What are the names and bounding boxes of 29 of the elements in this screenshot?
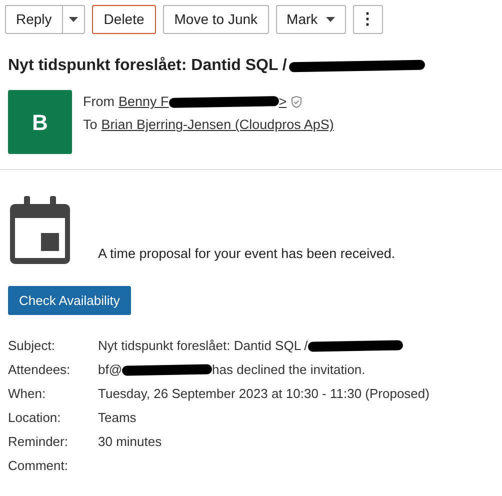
sender-avatar: B [8,90,72,154]
detail-label: Comment: [8,457,69,476]
detail-label: When: [8,385,47,404]
detail-label: Subject: [8,337,56,356]
caret-icon [68,17,78,22]
detail-value: 30 minutes [98,433,162,452]
detail-value: Nyt tidspunkt foreslået: Dantid SQL / [98,337,308,356]
message-subject: Nyt tidspunkt foreslået: Dantid SQL / [8,56,287,76]
mark-button[interactable]: Mark [276,5,346,34]
shield-icon [290,96,302,108]
detail-value: has declined the invitation. [212,361,366,380]
detail-value: bf@ [98,361,122,380]
delete-button[interactable]: Delete [92,5,156,34]
recipient-link[interactable]: Brian Bjerring-Jensen (Cloudpros ApS) [101,115,334,136]
detail-value: Teams [98,409,136,428]
to-label: To [83,116,98,134]
check-availability-button[interactable]: Check Availability [8,286,131,315]
detail-value: Tuesday, 26 September 2023 at 10:30 - 11:30 (Proposed) [98,385,430,404]
caret-icon [326,17,335,22]
calendar-icon [10,196,70,264]
detail-label: Reminder: [8,433,69,452]
detail-label: Attendees: [8,361,72,380]
reply-button[interactable]: Reply [6,6,62,33]
detail-label: Location: [8,409,62,428]
junk-button[interactable]: Move to Junk [163,5,269,34]
sender-link[interactable]: Benny F > [118,92,287,112]
from-label: From [83,93,114,111]
more-button[interactable]: ⋮ [352,5,383,34]
proposal-notice: A time proposal for your event has been received. [98,244,396,263]
